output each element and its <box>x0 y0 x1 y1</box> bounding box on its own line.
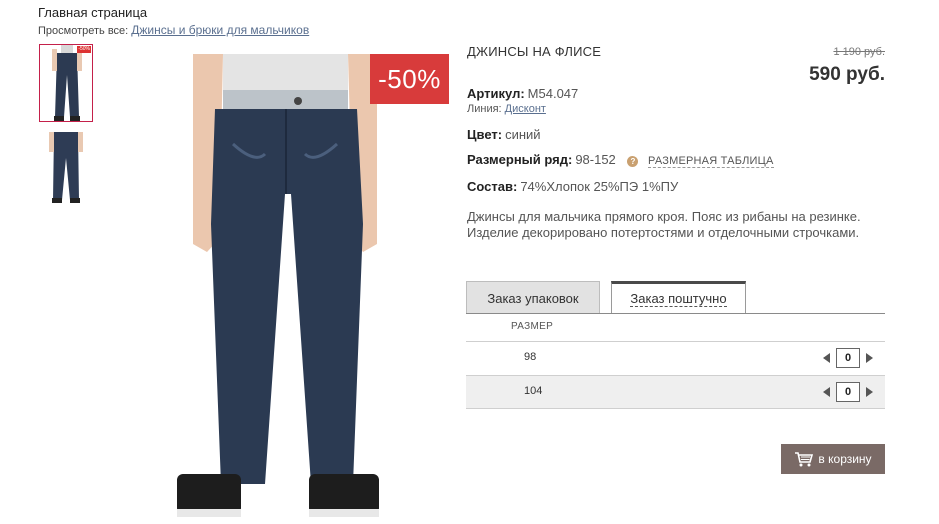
composition-label: Состав: <box>467 179 518 194</box>
breadcrumb-view-all: Просмотреть все: Джинсы и брюки для маль… <box>38 23 309 37</box>
jeans-back-thumbnail-image <box>49 132 83 203</box>
article-row: Артикул: M54.047 <box>467 86 578 101</box>
add-to-cart-button[interactable]: в корзину <box>781 444 885 474</box>
color-label: Цвет: <box>467 127 503 142</box>
article-value: M54.047 <box>527 86 579 101</box>
line-link[interactable]: Дисконт <box>505 103 546 115</box>
add-to-cart-label: в корзину <box>818 452 872 466</box>
size-value: 104 <box>524 385 543 397</box>
color-value: синий <box>505 127 541 142</box>
increase-arrow-icon[interactable] <box>866 353 873 363</box>
discount-badge: -50% <box>370 54 449 104</box>
quantity-stepper: 0 <box>823 348 873 368</box>
tabs-divider <box>466 313 885 314</box>
decrease-arrow-icon[interactable] <box>823 387 830 397</box>
increase-arrow-icon[interactable] <box>866 387 873 397</box>
thumbnail-back[interactable] <box>39 130 93 208</box>
size-row: 104 0 <box>466 375 885 409</box>
size-range-value: 98-152 <box>575 152 616 167</box>
current-price: 590 руб. <box>809 64 885 85</box>
line-label: Линия: <box>467 103 502 115</box>
line-row: Линия: Дисконт <box>467 103 546 115</box>
tab-order-packages[interactable]: Заказ упаковок <box>466 281 600 314</box>
jeans-photo <box>177 54 379 517</box>
color-row: Цвет: синий <box>467 127 541 142</box>
composition-value: 74%Хлопок 25%ПЭ 1%ПУ <box>520 179 679 194</box>
tab-order-packages-label: Заказ упаковок <box>487 290 579 306</box>
size-range-row: Размерный ряд: 98-152 ? РАЗМЕРНАЯ ТАБЛИЦА <box>467 152 774 168</box>
article-label: Артикул: <box>467 86 525 101</box>
product-main-image[interactable] <box>115 54 453 524</box>
category-link[interactable]: Джинсы и брюки для мальчиков <box>131 23 309 37</box>
help-icon[interactable]: ? <box>627 156 639 167</box>
quantity-stepper: 0 <box>823 382 873 402</box>
view-all-label: Просмотреть все: <box>38 25 129 37</box>
old-price: 1 190 руб. <box>833 46 885 58</box>
jeans-thumbnail-image <box>52 45 82 121</box>
composition-row: Состав: 74%Хлопок 25%ПЭ 1%ПУ <box>467 179 678 194</box>
product-title: ДЖИНСЫ НА ФЛИСЕ <box>467 44 602 59</box>
product-description: Джинсы для мальчика прямого кроя. Пояс и… <box>467 209 861 240</box>
quantity-input[interactable]: 0 <box>836 382 860 402</box>
decrease-arrow-icon[interactable] <box>823 353 830 363</box>
size-table-link[interactable]: РАЗМЕРНАЯ ТАБЛИЦА <box>648 155 774 168</box>
size-column-header: РАЗМЕР <box>511 321 554 332</box>
thumbnail-discount-badge: -50% <box>77 46 91 53</box>
size-value: 98 <box>524 351 537 363</box>
tab-order-single[interactable]: Заказ поштучно <box>611 281 746 314</box>
tab-order-single-label: Заказ поштучно <box>630 291 727 307</box>
thumbnail-front[interactable]: -50% <box>39 44 93 122</box>
size-row: 98 0 <box>466 341 885 375</box>
breadcrumb-home[interactable]: Главная страница <box>38 5 147 20</box>
cart-icon <box>795 452 814 467</box>
size-range-label: Размерный ряд: <box>467 152 573 167</box>
quantity-input[interactable]: 0 <box>836 348 860 368</box>
